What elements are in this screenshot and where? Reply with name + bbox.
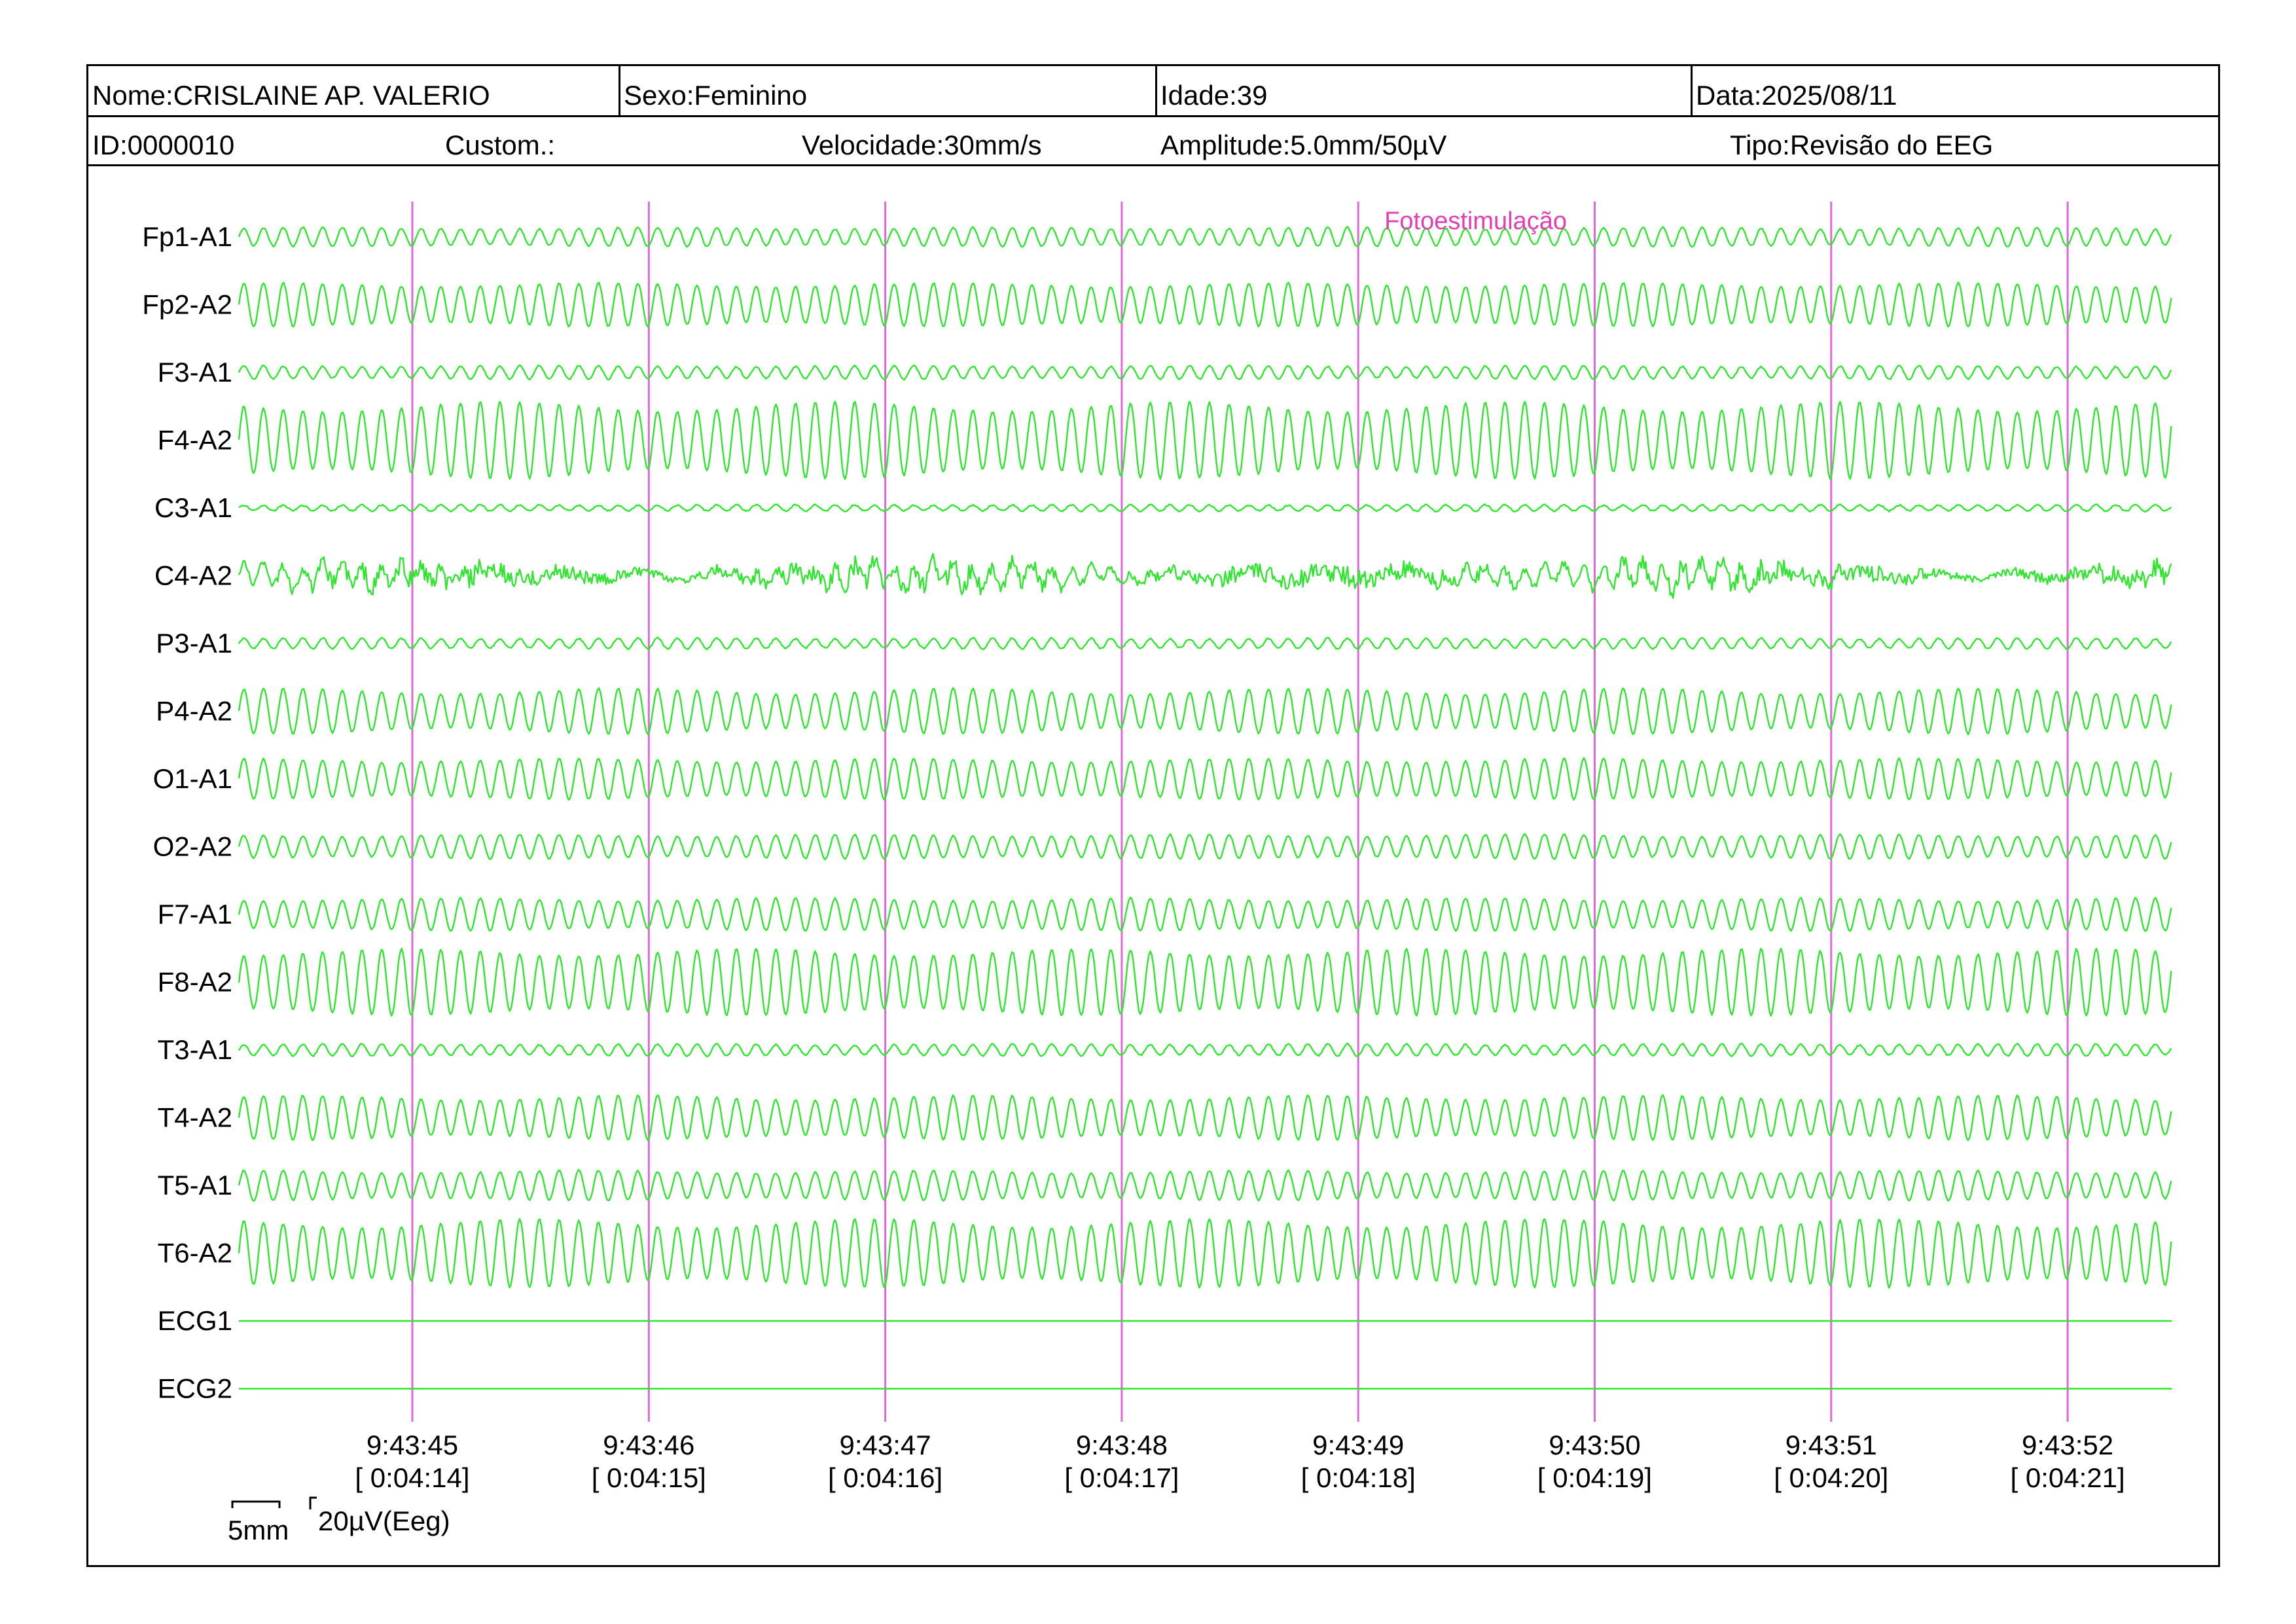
channel-label: O2-A2 bbox=[153, 831, 232, 862]
channel-label: Fp1-A1 bbox=[142, 221, 232, 252]
channel-label: C4-A2 bbox=[154, 560, 232, 591]
channel-label: P3-A1 bbox=[156, 628, 232, 659]
time-tick-clock: 9:43:50 bbox=[1549, 1430, 1640, 1460]
annotations: Fotoestimulação bbox=[1384, 208, 1567, 235]
channel-label: ECG2 bbox=[158, 1373, 232, 1404]
channel-label: T4-A2 bbox=[158, 1102, 232, 1133]
amplitude-scale-label: 20µV(Eeg) bbox=[318, 1506, 450, 1536]
channel-label: C3-A1 bbox=[154, 492, 232, 523]
time-tick-clock: 9:43:52 bbox=[2022, 1430, 2113, 1460]
time-tick-elapsed: [ 0:04:19] bbox=[1537, 1462, 1652, 1493]
channel-trace bbox=[238, 1042, 2172, 1058]
channel-trace bbox=[238, 401, 2172, 480]
channel-trace bbox=[238, 552, 2172, 599]
channel-trace bbox=[238, 757, 2172, 801]
channel-label: F4-A2 bbox=[158, 425, 232, 456]
channel-trace bbox=[238, 687, 2172, 736]
channel-label: ECG1 bbox=[158, 1305, 232, 1336]
scale-bar: 5mm 20µV(Eeg) bbox=[228, 1496, 450, 1545]
channel-label: O1-A1 bbox=[153, 763, 232, 794]
channel-labels: Fp1-A1 Fp2-A2 F3-A1 F4-A2 C3-A1 C4-A2 P3-A1 P4-… bbox=[142, 221, 232, 1404]
time-tick-elapsed: [ 0:04:17] bbox=[1064, 1462, 1179, 1493]
time-tick-clock: 9:43:48 bbox=[1076, 1430, 1168, 1460]
channel-trace bbox=[238, 1169, 2172, 1202]
time-tick-labels: 9:43:45[ 0:04:14] 9:43:46[ 0:04:15] 9:43:4… bbox=[355, 1430, 2125, 1493]
channel-trace bbox=[238, 833, 2172, 861]
time-tick-clock: 9:43:51 bbox=[1785, 1430, 1877, 1460]
channel-label: F8-A2 bbox=[158, 967, 232, 998]
time-tick-elapsed: [ 0:04:21] bbox=[2011, 1462, 2125, 1493]
channel-trace bbox=[238, 896, 2172, 932]
channel-label: T6-A2 bbox=[158, 1238, 232, 1269]
channel-trace bbox=[238, 636, 2172, 651]
time-scale-label: 5mm bbox=[228, 1515, 289, 1545]
time-tick-elapsed: [ 0:04:16] bbox=[828, 1462, 942, 1493]
channel-label: T3-A1 bbox=[158, 1034, 232, 1065]
channel-trace bbox=[238, 947, 2172, 1017]
channel-label: F7-A1 bbox=[158, 899, 232, 929]
eeg-traces bbox=[238, 226, 2172, 1390]
photostimulation-annotation: Fotoestimulação bbox=[1384, 208, 1567, 235]
channel-trace bbox=[238, 281, 2172, 328]
time-tick-elapsed: [ 0:04:20] bbox=[1774, 1462, 1888, 1493]
time-scale-bracket bbox=[231, 1500, 281, 1508]
eeg-chart: Fp1-A1 Fp2-A2 F3-A1 F4-A2 C3-A1 C4-A2 P3-A1 P4-… bbox=[142, 202, 2172, 1545]
channel-trace bbox=[238, 1094, 2172, 1142]
time-tick-clock: 9:43:45 bbox=[367, 1430, 458, 1460]
channel-label: F3-A1 bbox=[158, 357, 232, 388]
channel-trace bbox=[238, 364, 2172, 381]
time-tick-clock: 9:43:49 bbox=[1312, 1430, 1404, 1460]
channel-label: Fp2-A2 bbox=[142, 289, 232, 320]
time-tick-elapsed: [ 0:04:15] bbox=[592, 1462, 706, 1493]
channel-label: P4-A2 bbox=[156, 696, 232, 727]
amplitude-scale-bracket bbox=[309, 1496, 317, 1509]
time-tick-clock: 9:43:46 bbox=[603, 1430, 694, 1460]
time-tick-clock: 9:43:47 bbox=[840, 1430, 931, 1460]
channel-trace bbox=[238, 503, 2172, 513]
channel-trace bbox=[238, 226, 2172, 248]
channel-trace bbox=[238, 1218, 2172, 1289]
channel-label: T5-A1 bbox=[158, 1170, 232, 1200]
time-tick-elapsed: [ 0:04:18] bbox=[1301, 1462, 1416, 1493]
time-tick-elapsed: [ 0:04:14] bbox=[355, 1462, 469, 1493]
